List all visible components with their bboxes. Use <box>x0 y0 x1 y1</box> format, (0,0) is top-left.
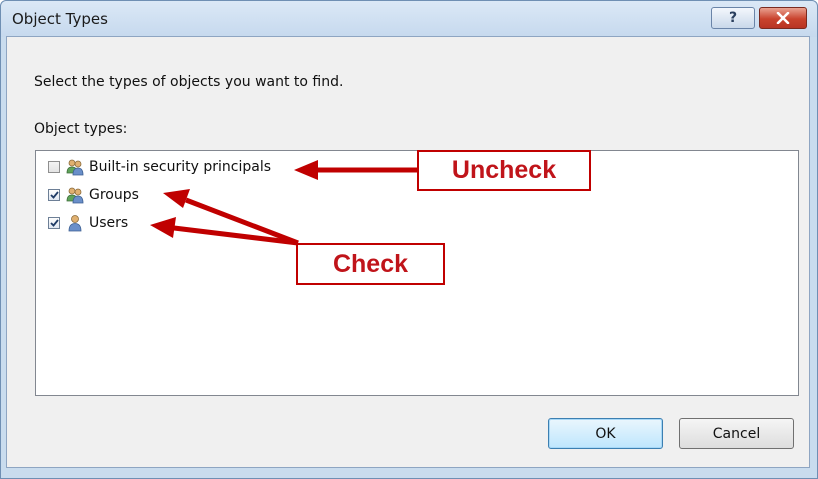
ok-button[interactable]: OK <box>548 418 663 449</box>
list-item-label: Built-in security principals <box>89 159 271 175</box>
dialog-title: Object Types <box>12 10 108 28</box>
checkbox-groups[interactable] <box>48 189 60 201</box>
list-item-users[interactable]: Users <box>48 212 128 234</box>
title-bar: Object Types ? <box>1 1 817 37</box>
check-callout: Check <box>296 243 445 285</box>
close-icon <box>776 12 790 24</box>
list-item-label: Groups <box>89 187 139 203</box>
help-icon: ? <box>728 10 738 26</box>
cancel-button[interactable]: Cancel <box>679 418 794 449</box>
instruction-text: Select the types of objects you want to … <box>34 74 344 90</box>
close-button[interactable] <box>759 7 807 29</box>
group-users-icon <box>66 186 84 204</box>
checkmark-icon <box>49 191 59 199</box>
list-item-built-in-security-principals[interactable]: Built-in security principals <box>48 156 271 178</box>
uncheck-callout: Uncheck <box>417 150 591 191</box>
list-item-groups[interactable]: Groups <box>48 184 139 206</box>
checkbox-built-in-security-principals[interactable] <box>48 161 60 173</box>
user-icon <box>66 214 84 232</box>
list-item-label: Users <box>89 215 129 231</box>
checkbox-users[interactable] <box>48 217 60 229</box>
group-users-icon <box>66 158 84 176</box>
object-types-label: Object types: <box>34 121 128 137</box>
help-button[interactable]: ? <box>711 7 755 29</box>
checkmark-icon <box>49 219 59 227</box>
